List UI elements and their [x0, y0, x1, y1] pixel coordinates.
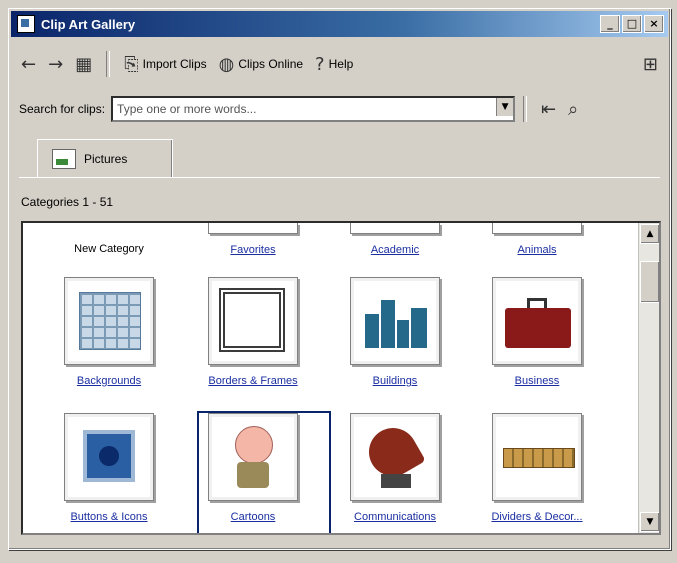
close-button[interactable]: × — [644, 15, 664, 33]
category-business[interactable]: Business — [467, 277, 607, 387]
category-label: Dividers & Decor... — [491, 511, 583, 523]
clip-art-window: Clip Art Gallery _ □ × ← → ▦ ⎘ Import Cli… — [8, 8, 671, 550]
category-label: Favorites — [230, 244, 276, 256]
find-similar-button[interactable]: ⌕ — [562, 97, 584, 122]
category-backgrounds[interactable]: Backgrounds — [39, 277, 179, 387]
help-icon: ? — [315, 53, 325, 75]
scroll-thumb[interactable] — [640, 261, 659, 303]
new-category-label: New Category — [74, 243, 144, 255]
category-favorites[interactable]: Favorites — [183, 223, 323, 256]
help-label: Help — [328, 57, 354, 71]
maximize-button[interactable]: □ — [622, 15, 642, 33]
status-bar — [17, 533, 662, 547]
search-placeholder: Type one or more words... — [117, 102, 257, 116]
category-label: Backgrounds — [76, 375, 142, 387]
help-button[interactable]: ? Help — [309, 52, 359, 77]
search-dropdown-button[interactable]: ▼ — [496, 98, 514, 116]
minimize-button[interactable]: _ — [600, 15, 620, 33]
back-arrow-icon: ← — [21, 53, 37, 75]
category-buildings[interactable]: Buildings — [325, 277, 465, 387]
category-label: Buttons & Icons — [70, 511, 148, 523]
category-cartoons[interactable]: Cartoons — [183, 413, 323, 523]
find-icon: ⌕ — [568, 98, 579, 120]
all-categories-button[interactable]: ▦ — [69, 52, 98, 77]
scroll-up-button[interactable]: ▲ — [640, 224, 659, 244]
clips-online-label: Clips Online — [238, 57, 304, 71]
category-label: Communications — [354, 511, 436, 523]
import-icon: ⎘ — [124, 53, 139, 75]
search-back-button[interactable]: ⇤ — [535, 97, 562, 122]
category-communications[interactable]: Communications — [325, 413, 465, 523]
clips-online-button[interactable]: ◍ Clips Online — [213, 52, 309, 77]
picture-icon — [52, 148, 76, 169]
category-label: Buildings — [372, 375, 418, 387]
new-category-item[interactable]: New Category — [39, 233, 179, 255]
cartoons-thumbnail — [208, 413, 298, 501]
forward-button[interactable]: → — [42, 52, 69, 77]
backgrounds-thumbnail — [64, 277, 154, 365]
tab-strip: Pictures — [19, 135, 660, 179]
back-button[interactable]: ← — [15, 52, 42, 77]
import-clips-label: Import Clips — [142, 57, 207, 71]
category-label: Animals — [517, 244, 557, 256]
category-borders-frames[interactable]: Borders & Frames — [183, 277, 323, 387]
toolbar: ← → ▦ ⎘ Import Clips ◍ Clips Online ? Help … — [15, 47, 664, 81]
buttons-icons-thumbnail — [64, 413, 154, 501]
buildings-thumbnail — [350, 277, 440, 365]
search-label: Search for clips: — [19, 102, 106, 116]
tab-pictures[interactable]: Pictures — [37, 139, 173, 177]
category-label: Academic — [370, 244, 420, 256]
clip-art-app-icon — [17, 15, 35, 33]
category-dividers-decorations[interactable]: Dividers & Decor... — [467, 413, 607, 523]
search-row: Search for clips: Type one or more words… — [19, 95, 660, 123]
category-label: Business — [514, 375, 560, 387]
scroll-down-button[interactable]: ▼ — [640, 512, 659, 532]
globe-icon: ◍ — [218, 53, 235, 75]
category-label: Borders & Frames — [208, 375, 298, 387]
search-input[interactable]: Type one or more words... ▼ — [111, 96, 516, 122]
categories-count: Categories 1 - 51 — [21, 195, 114, 209]
category-label: Cartoons — [230, 511, 276, 523]
clip-categories-pane: New Category Favorites Academic Animals … — [21, 221, 661, 535]
title-bar[interactable]: Clip Art Gallery _ □ × — [11, 11, 668, 37]
toolbar-separator — [106, 51, 111, 77]
category-animals[interactable]: Animals — [467, 223, 607, 256]
arrow-left-icon: ⇤ — [541, 98, 557, 120]
borders-frames-thumbnail — [208, 277, 298, 365]
forward-arrow-icon: → — [48, 53, 64, 75]
all-categories-icon: ▦ — [75, 53, 93, 75]
tab-pictures-label: Pictures — [84, 151, 128, 166]
category-buttons-icons[interactable]: Buttons & Icons — [39, 413, 179, 523]
search-separator — [523, 96, 528, 122]
change-view-icon: ⊞ — [642, 53, 658, 75]
window-title: Clip Art Gallery — [41, 16, 136, 32]
vertical-scrollbar[interactable]: ▲ ▼ — [638, 223, 659, 533]
dividers-thumbnail — [492, 413, 582, 501]
communications-thumbnail — [350, 413, 440, 501]
import-clips-button[interactable]: ⎘ Import Clips — [118, 52, 212, 77]
change-view-button[interactable]: ⊞ — [637, 52, 664, 77]
category-academic[interactable]: Academic — [325, 223, 465, 256]
business-thumbnail — [492, 277, 582, 365]
